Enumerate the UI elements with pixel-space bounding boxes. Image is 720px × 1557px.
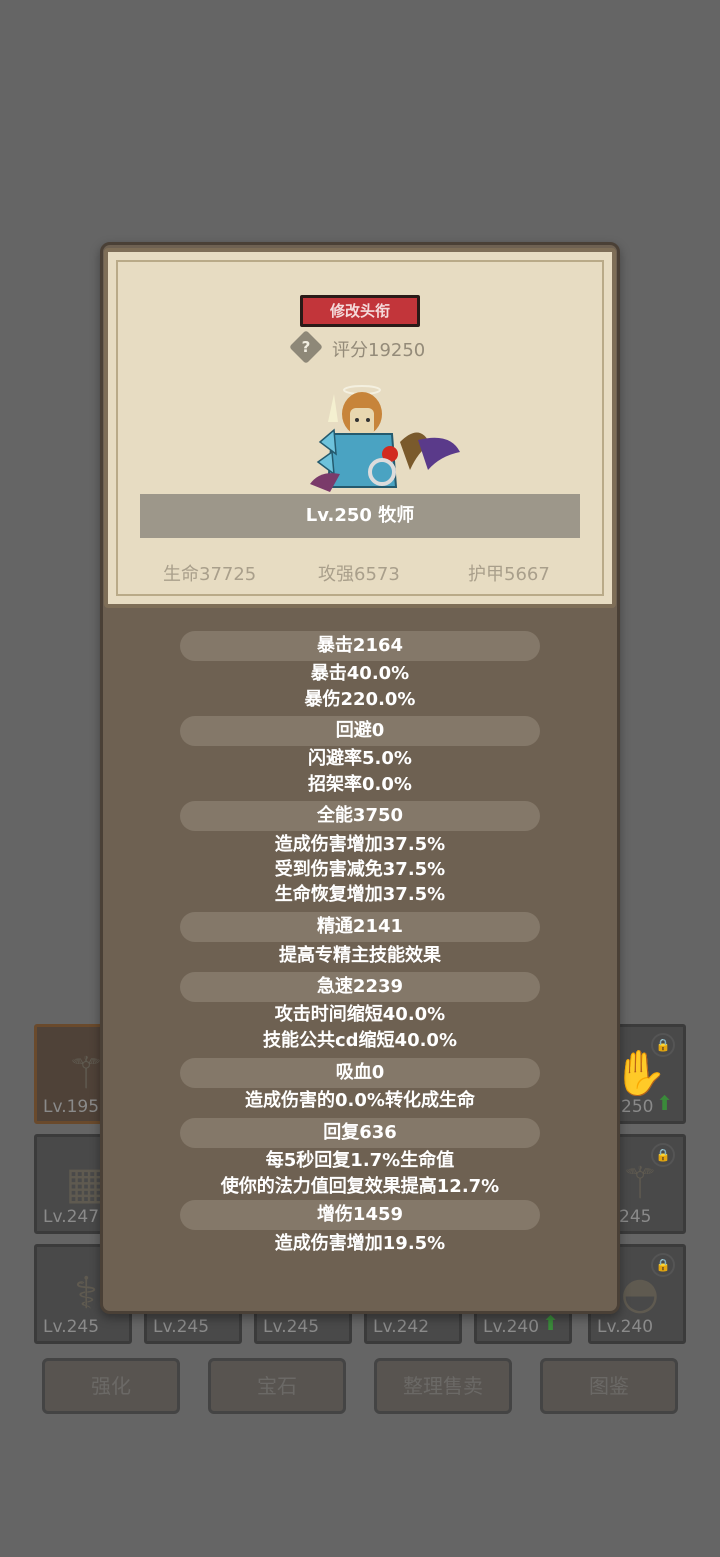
stat-line: 每5秒回复1.7%生命值 bbox=[265, 1150, 455, 1171]
priest-character-portrait bbox=[310, 385, 460, 492]
attack-stat: 攻强6573 bbox=[318, 564, 400, 585]
help-icon-glyph: ? bbox=[301, 338, 311, 356]
item-level: Lv.247 bbox=[43, 1207, 100, 1227]
item-level: 245 bbox=[619, 1207, 652, 1227]
stat-line: 受到伤害减免37.5% bbox=[274, 859, 446, 880]
stat-line: 招架率0.0% bbox=[308, 774, 412, 795]
stat-category-regen: 回复636 bbox=[323, 1122, 397, 1143]
upgrade-arrow-icon: ⬆ bbox=[542, 1311, 559, 1335]
stat-line: 暴伤220.0% bbox=[304, 689, 416, 710]
stat-line: 闪避率5.0% bbox=[308, 748, 412, 769]
stat-line: 暴击40.0% bbox=[310, 663, 410, 684]
help-icon[interactable]: ? bbox=[289, 330, 323, 364]
stat-category-haste: 急速2239 bbox=[316, 976, 404, 997]
stat-category-versatility: 全能3750 bbox=[316, 805, 404, 826]
item-level: Lv.245 bbox=[263, 1317, 320, 1337]
enhance-button[interactable]: 强化 bbox=[42, 1358, 180, 1414]
stat-line: 造成伤害增加37.5% bbox=[274, 834, 446, 855]
item-level: Lv.240 bbox=[597, 1317, 654, 1337]
hp-stat: 生命37725 bbox=[163, 564, 257, 585]
item-level: Lv.240 bbox=[483, 1317, 540, 1337]
score-text: 评分19250 bbox=[332, 340, 426, 361]
gem-button[interactable]: 宝石 bbox=[208, 1358, 346, 1414]
stat-category-mastery: 精通2141 bbox=[316, 916, 404, 937]
sort-sell-button[interactable]: 整理售卖 bbox=[374, 1358, 512, 1414]
item-level: Lv.245 bbox=[153, 1317, 210, 1337]
upgrade-arrow-icon: ⬆ bbox=[656, 1091, 673, 1115]
stat-line: 技能公共cd缩短40.0% bbox=[262, 1030, 457, 1051]
stat-category-crit: 暴击2164 bbox=[316, 635, 404, 656]
stat-category-lifesteal: 吸血0 bbox=[335, 1062, 385, 1083]
item-level: Lv.245 bbox=[43, 1317, 100, 1337]
item-level: Lv.195 bbox=[43, 1097, 100, 1117]
stat-line: 攻击时间缩短40.0% bbox=[274, 1004, 446, 1025]
stat-line: 提高专精主技能效果 bbox=[279, 945, 441, 966]
stat-category-damage-bonus: 增伤1459 bbox=[316, 1204, 404, 1225]
armor-stat: 护甲5667 bbox=[468, 564, 550, 585]
character-name-level: Lv.250 牧师 bbox=[305, 505, 415, 526]
stat-line: 生命恢复增加37.5% bbox=[274, 884, 446, 905]
codex-button[interactable]: 图鉴 bbox=[540, 1358, 678, 1414]
stat-line: 造成伤害的0.0%转化成生命 bbox=[245, 1090, 475, 1111]
item-level: Lv.242 bbox=[373, 1317, 430, 1337]
stat-line: 造成伤害增加19.5% bbox=[274, 1233, 446, 1254]
rename-title-button[interactable]: 修改头衔 bbox=[300, 295, 420, 327]
stat-line: 使你的法力值回复效果提高12.7% bbox=[220, 1176, 500, 1197]
stat-category-avoidance: 回避0 bbox=[335, 720, 385, 741]
item-level: 250 bbox=[621, 1097, 654, 1117]
